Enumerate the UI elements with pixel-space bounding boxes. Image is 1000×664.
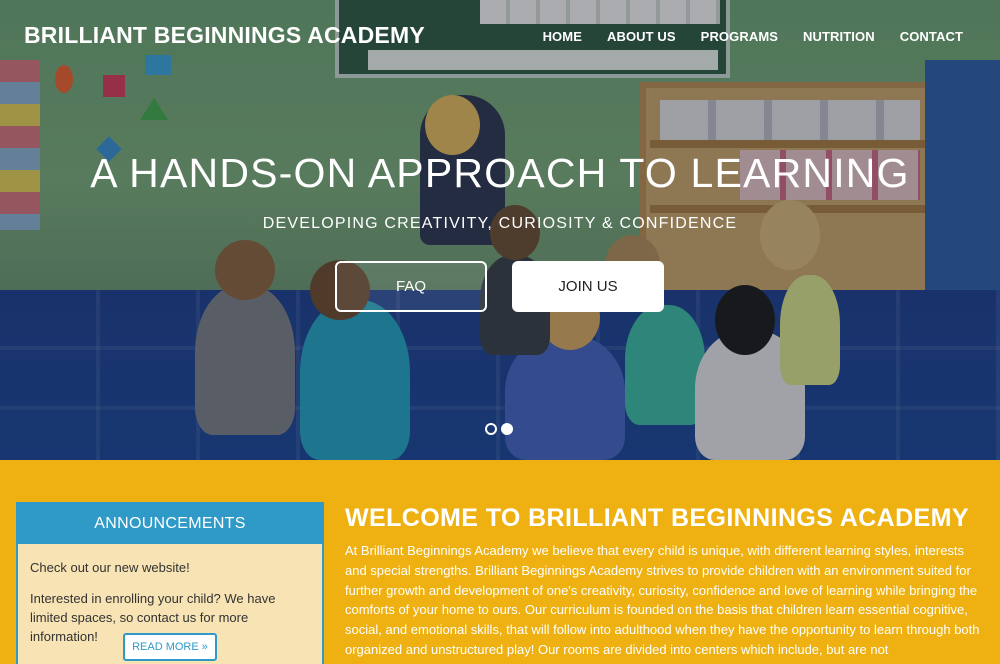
carousel-dot-2[interactable] <box>501 423 513 435</box>
welcome-title: WELCOME TO BRILLIANT BEGINNINGS ACADEMY <box>345 504 969 532</box>
nav-home[interactable]: HOME <box>543 29 582 44</box>
faq-button[interactable]: FAQ <box>335 261 487 312</box>
announcements-heading: ANNOUNCEMENTS <box>18 504 322 544</box>
welcome-body: At Brilliant Beginnings Academy we belie… <box>345 543 980 657</box>
nav-about-us[interactable]: ABOUT US <box>607 29 676 44</box>
hero-banner: BRILLIANT BEGINNINGS ACADEMY HOME ABOUT … <box>0 0 1000 460</box>
carousel-dot-1[interactable] <box>485 423 497 435</box>
join-us-button[interactable]: JOIN US <box>512 261 664 312</box>
site-title[interactable]: BRILLIANT BEGINNINGS ACADEMY <box>24 22 425 49</box>
read-more-button[interactable]: READ MORE » <box>123 633 217 661</box>
nav-contact[interactable]: CONTACT <box>900 29 963 44</box>
main-nav: HOME ABOUT US PROGRAMS NUTRITION CONTACT <box>543 29 963 44</box>
announcement-item: Check out our new website! <box>30 560 190 575</box>
carousel-dots <box>485 423 513 435</box>
hero-title: A HANDS-ON APPROACH TO LEARNING <box>90 150 910 196</box>
nav-programs[interactable]: PROGRAMS <box>701 29 778 44</box>
announcements-panel: ANNOUNCEMENTS Check out our new website!… <box>16 502 324 664</box>
hero-subtitle: DEVELOPING CREATIVITY, CURIOSITY & CONFI… <box>262 215 738 232</box>
nav-nutrition[interactable]: NUTRITION <box>803 29 875 44</box>
